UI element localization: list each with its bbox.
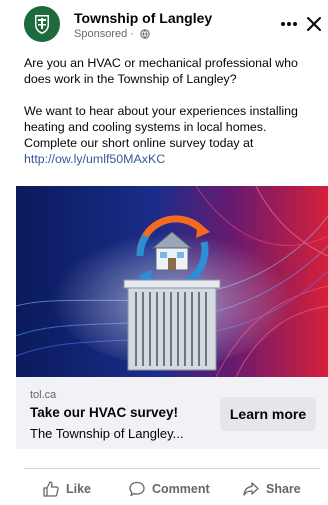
post-message: Are you an HVAC or mechanical profession… [24,55,320,167]
like-button[interactable]: Like [42,478,91,500]
comment-bubble-icon [129,481,145,497]
post-actions-bar: Like Comment Share [24,478,320,500]
share-button[interactable]: Share [242,478,301,500]
thumbs-up-icon [43,481,59,497]
sponsored-label: Sponsored · [74,28,150,40]
page-name[interactable]: Township of Langley [74,10,212,26]
post-header: Township of Langley Sponsored · [24,6,324,42]
post-paragraph-2: We want to hear about your experiences i… [24,103,320,167]
sponsored-text: Sponsored · [74,28,137,40]
learn-more-button[interactable]: Learn more [220,397,316,431]
post-paragraph-2-text: We want to hear about your experiences i… [24,104,298,150]
comment-button[interactable]: Comment [128,478,210,500]
hvac-illustration [16,186,328,377]
globe-icon [140,29,150,39]
survey-link[interactable]: http://ow.ly/umlf50MAxKC [24,152,165,166]
comment-label: Comment [152,482,210,496]
link-domain: tol.ca [30,389,57,401]
close-icon[interactable] [304,14,324,34]
link-preview-card[interactable]: tol.ca Take our HVAC survey! The Townshi… [16,377,328,449]
link-description: The Township of Langley... [30,426,184,441]
page-avatar[interactable] [24,6,60,42]
share-label: Share [266,482,301,496]
more-options-icon[interactable] [279,15,299,33]
township-crest-icon [24,6,60,42]
ad-image[interactable] [16,186,328,377]
link-headline[interactable]: Take our HVAC survey! [30,405,178,420]
share-arrow-icon [243,482,259,496]
post-paragraph-1: Are you an HVAC or mechanical profession… [24,56,298,86]
actions-divider [24,468,320,469]
like-label: Like [66,482,92,496]
